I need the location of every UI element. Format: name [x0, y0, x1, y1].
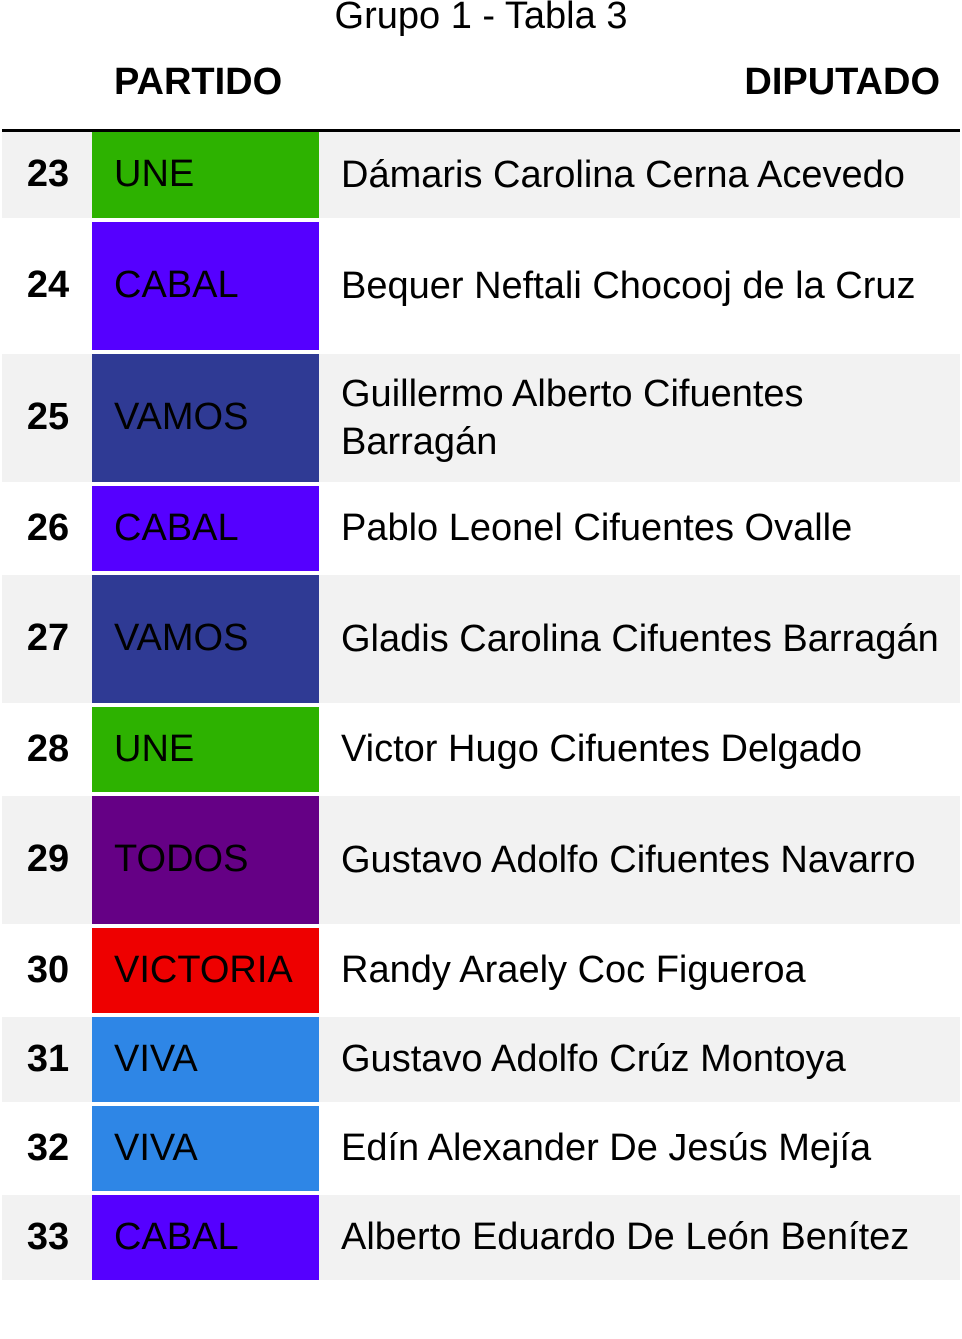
row-number: 33 — [2, 1192, 92, 1282]
table-row: 25 VAMOS Guillermo Alberto Cifuentes Bar… — [2, 351, 960, 484]
table-row: 23 UNE Dámaris Carolina Cerna Acevedo — [2, 130, 960, 220]
party-cell: VAMOS — [92, 572, 319, 705]
row-number: 24 — [2, 219, 92, 352]
party-cell: VAMOS — [92, 351, 319, 484]
deputy-name: Victor Hugo Cifuentes Delgado — [319, 704, 960, 794]
party-cell: VIVA — [92, 1103, 319, 1193]
table-row: 31 VIVA Gustavo Adolfo Crúz Montoya — [2, 1014, 960, 1104]
deputy-name: Guillermo Alberto Cifuentes Barragán — [319, 351, 960, 484]
table-row: 28 UNE Victor Hugo Cifuentes Delgado — [2, 704, 960, 794]
row-number: 32 — [2, 1103, 92, 1193]
deputy-name: Dámaris Carolina Cerna Acevedo — [319, 130, 960, 220]
deputy-name: Pablo Leonel Cifuentes Ovalle — [319, 483, 960, 573]
table-row: 32 VIVA Edín Alexander De Jesús Mejía — [2, 1103, 960, 1193]
party-cell: TODOS — [92, 793, 319, 926]
deputy-name: Gustavo Adolfo Cifuentes Navarro — [319, 793, 960, 926]
party-cell: UNE — [92, 704, 319, 794]
table-row: 24 CABAL Bequer Neftali Chocooj de la Cr… — [2, 219, 960, 352]
party-cell: CABAL — [92, 483, 319, 573]
header-num — [2, 36, 92, 132]
header-deputy: DIPUTADO — [319, 36, 960, 132]
row-number: 30 — [2, 925, 92, 1015]
party-cell: VICTORIA — [92, 925, 319, 1015]
party-cell: CABAL — [92, 219, 319, 352]
row-number: 23 — [2, 130, 92, 220]
row-number: 26 — [2, 483, 92, 573]
row-number: 27 — [2, 572, 92, 705]
table-row: 29 TODOS Gustavo Adolfo Cifuentes Navarr… — [2, 793, 960, 926]
header-party: PARTIDO — [92, 36, 319, 132]
party-cell: VIVA — [92, 1014, 319, 1104]
deputy-name: Randy Araely Coc Figueroa — [319, 925, 960, 1015]
deputies-table: PARTIDO DIPUTADO 23 UNE Dámaris Carolina… — [2, 36, 960, 1284]
deputy-name: Gladis Carolina Cifuentes Barragán — [319, 572, 960, 705]
row-number: 28 — [2, 704, 92, 794]
table-row: 27 VAMOS Gladis Carolina Cifuentes Barra… — [2, 572, 960, 705]
table-row: 33 CABAL Alberto Eduardo De León Benítez — [2, 1192, 960, 1282]
header-row: PARTIDO DIPUTADO — [2, 36, 960, 132]
row-number: 29 — [2, 793, 92, 926]
deputy-name: Bequer Neftali Chocooj de la Cruz — [319, 219, 960, 352]
table-row: 26 CABAL Pablo Leonel Cifuentes Ovalle — [2, 483, 960, 573]
party-cell: UNE — [92, 130, 319, 220]
table-row: 30 VICTORIA Randy Araely Coc Figueroa — [2, 925, 960, 1015]
table-title: Grupo 1 - Tabla 3 — [334, 0, 628, 37]
row-number: 25 — [2, 351, 92, 484]
deputy-name: Gustavo Adolfo Crúz Montoya — [319, 1014, 960, 1104]
deputy-name: Edín Alexander De Jesús Mejía — [319, 1103, 960, 1193]
deputy-name: Alberto Eduardo De León Benítez — [319, 1192, 960, 1282]
row-number: 31 — [2, 1014, 92, 1104]
party-cell: CABAL — [92, 1192, 319, 1282]
